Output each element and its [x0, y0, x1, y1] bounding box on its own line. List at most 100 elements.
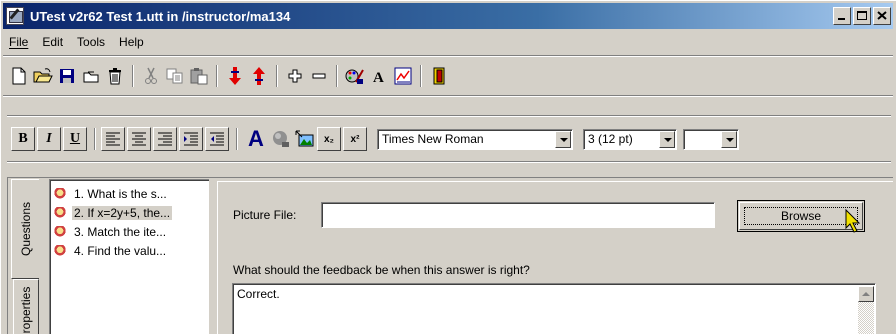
question-icon — [54, 225, 66, 238]
toolbar-separator — [336, 65, 338, 87]
indent-icon — [184, 132, 198, 146]
format-toolbar-top-border — [7, 115, 891, 117]
colors-icon — [345, 69, 364, 84]
subscript-button[interactable]: x₂ — [317, 127, 341, 151]
exit-button[interactable] — [427, 64, 451, 88]
copy-button[interactable] — [163, 64, 187, 88]
tab-properties-label: Properties — [19, 286, 33, 334]
open-button[interactable] — [79, 64, 103, 88]
font-color-button[interactable]: A — [243, 126, 269, 151]
window-title: UTest v2r62 Test 1.utt in /instructor/ma… — [30, 8, 291, 24]
highlight-icon — [273, 131, 289, 147]
open-icon — [83, 71, 99, 83]
tab-questions-label: Questions — [18, 201, 33, 257]
list-item[interactable]: 4. Find the valu... — [54, 241, 168, 260]
list-item[interactable]: 2. If x=2y+5, the... — [54, 203, 173, 222]
paste-button[interactable] — [187, 64, 211, 88]
save-disk-icon — [60, 69, 74, 83]
font-size-value: 3 (12 pt) — [588, 131, 633, 146]
font-button[interactable]: A — [367, 64, 391, 88]
cursor-icon — [845, 209, 861, 233]
extra-select[interactable] — [683, 128, 739, 150]
close-icon — [877, 11, 887, 20]
italic-button[interactable]: I — [37, 127, 61, 151]
cut-button[interactable] — [139, 64, 163, 88]
superscript-button[interactable]: x² — [343, 127, 367, 151]
format-toolbar-bottom-border — [7, 161, 891, 163]
chart-button[interactable] — [391, 64, 415, 88]
toolbar-divider — [3, 95, 893, 97]
bold-button[interactable]: B — [11, 127, 35, 151]
font-name-value: Times New Roman — [382, 131, 484, 146]
picture-file-input[interactable] — [321, 202, 715, 228]
menu-file-label: File — [9, 35, 29, 49]
move-up-button[interactable] — [247, 64, 271, 88]
insert-picture-button[interactable] — [293, 127, 317, 151]
menu-help[interactable]: Help — [113, 35, 152, 49]
feedback-text: Correct. — [237, 287, 280, 301]
scroll-track[interactable] — [858, 302, 874, 334]
copy-icon — [166, 68, 183, 84]
align-left-button[interactable] — [101, 127, 125, 151]
move-up-icon — [253, 67, 265, 85]
list-item[interactable]: 3. Match the ite... — [54, 222, 168, 241]
font-size-select[interactable]: 3 (12 pt) — [583, 128, 677, 150]
save-button[interactable] — [55, 64, 79, 88]
move-down-button[interactable] — [223, 64, 247, 88]
delete-button[interactable] — [103, 64, 127, 88]
align-center-icon — [132, 132, 146, 146]
toolbar-separator — [420, 65, 422, 87]
open-folder-icon — [33, 68, 53, 83]
menu-help-label: Help — [119, 35, 144, 49]
underline-button[interactable]: U — [63, 127, 87, 151]
remove-button[interactable] — [307, 64, 331, 88]
close-button[interactable] — [873, 7, 891, 25]
open-folder-button[interactable] — [31, 64, 55, 88]
menu-tools[interactable]: Tools — [71, 35, 113, 49]
menu-file[interactable]: File — [3, 35, 36, 49]
menu-edit-label: Edit — [42, 35, 64, 49]
tab-properties[interactable]: Properties — [13, 279, 39, 334]
window-controls — [833, 7, 891, 25]
align-right-button[interactable] — [153, 127, 177, 151]
font-name-dropdown-icon[interactable] — [555, 130, 571, 148]
font-size-dropdown-icon[interactable] — [659, 130, 675, 148]
toolbar-separator — [94, 128, 96, 150]
tab-questions[interactable]: Questions — [11, 179, 39, 279]
question-label: 4. Find the valu... — [74, 243, 167, 258]
maximize-button[interactable] — [853, 7, 871, 25]
side-tabs: Questions Properties — [11, 179, 39, 334]
extra-dropdown-icon[interactable] — [721, 130, 737, 148]
app-icon[interactable] — [6, 7, 24, 25]
insert-picture-icon — [295, 130, 314, 147]
toolbar-separator — [216, 65, 218, 87]
minimize-icon — [838, 18, 845, 20]
add-button[interactable] — [283, 64, 307, 88]
scroll-up-button[interactable] — [858, 286, 874, 302]
colors-button[interactable] — [343, 64, 367, 88]
font-name-select[interactable]: Times New Roman — [377, 128, 573, 150]
align-right-icon — [158, 132, 172, 146]
minimize-button[interactable] — [833, 7, 851, 25]
menu-tools-label: Tools — [77, 35, 106, 49]
align-center-button[interactable] — [127, 127, 151, 151]
picture-file-label: Picture File: — [233, 208, 297, 222]
remove-icon — [312, 73, 326, 79]
title-bar[interactable]: UTest v2r62 Test 1.utt in /instructor/ma… — [3, 3, 893, 29]
feedback-textarea[interactable]: Correct. — [232, 283, 876, 334]
svg-text:A: A — [373, 70, 384, 84]
chart-icon — [394, 67, 412, 85]
outdent-button[interactable] — [205, 127, 229, 151]
highlight-button[interactable] — [269, 127, 293, 151]
question-list[interactable]: 1. What is the s... 2. If x=2y+5, the...… — [49, 179, 209, 334]
indent-button[interactable] — [179, 127, 203, 151]
app-window: UTest v2r62 Test 1.utt in /instructor/ma… — [0, 0, 896, 334]
cut-icon — [145, 67, 157, 84]
question-icon — [54, 206, 66, 219]
question-icon — [54, 187, 66, 200]
new-file-button[interactable] — [7, 64, 31, 88]
menu-edit[interactable]: Edit — [36, 35, 71, 49]
font-icon: A — [373, 70, 384, 84]
toolbar-separator — [236, 128, 238, 150]
list-item[interactable]: 1. What is the s... — [54, 184, 169, 203]
